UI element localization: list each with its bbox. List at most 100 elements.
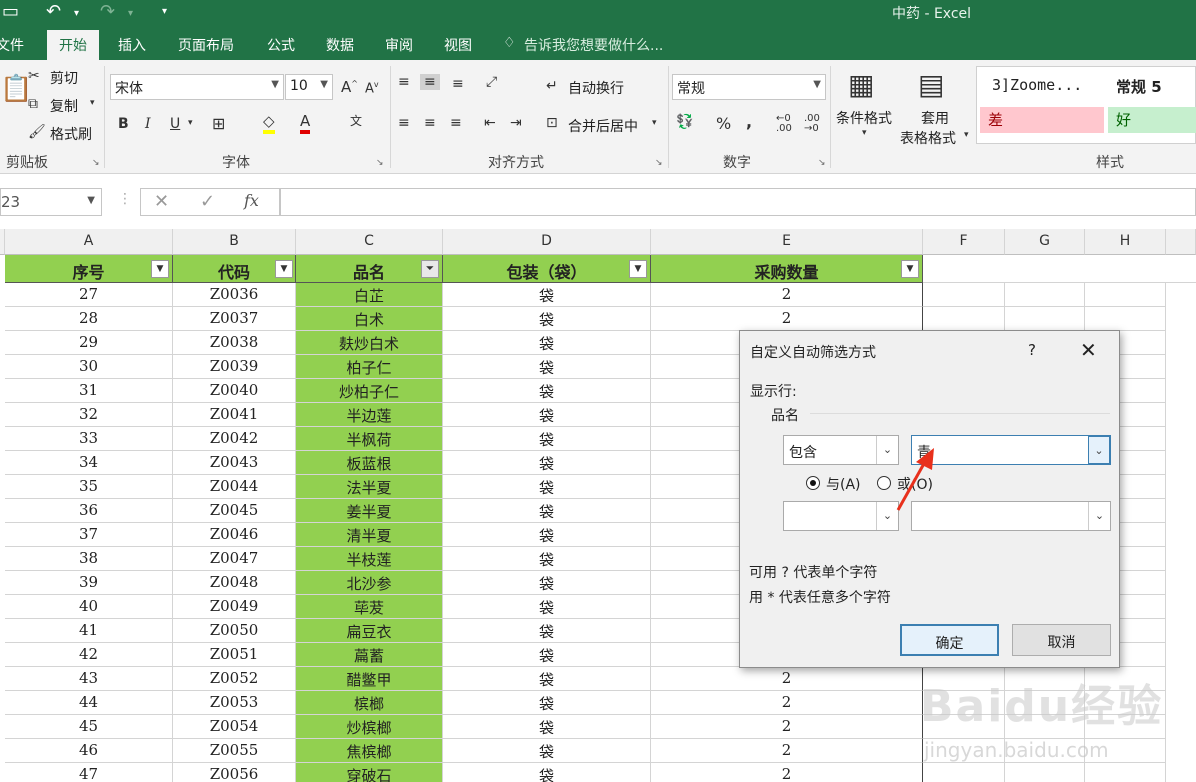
table-cell[interactable]: 荜茇	[296, 595, 443, 619]
table-cell[interactable]: Z0047	[173, 547, 296, 571]
wrap-text-button[interactable]: 自动换行	[568, 78, 624, 98]
tell-me-box[interactable]: 告诉我您想要做什么...	[524, 35, 663, 55]
close-icon[interactable]: ✕	[1080, 338, 1097, 362]
increase-indent-icon[interactable]: ⇥	[510, 115, 522, 131]
clipboard-launcher-icon[interactable]: ↘	[92, 158, 100, 168]
insert-function-button[interactable]: fx	[244, 191, 259, 210]
table-cell[interactable]: 袋	[443, 643, 651, 667]
table-cell[interactable]: 27	[5, 283, 173, 307]
header-cell-pack[interactable]: 包装（袋） ▼	[443, 255, 651, 283]
table-cell[interactable]: 袋	[443, 355, 651, 379]
redo-icon[interactable]: ↷	[100, 1, 115, 22]
table-cell[interactable]: 麸炒白术	[296, 331, 443, 355]
table-cell[interactable]: 姜半夏	[296, 499, 443, 523]
table-cell[interactable]: 2	[651, 763, 923, 782]
table-cell[interactable]: 袋	[443, 715, 651, 739]
table-cell[interactable]: 袋	[443, 331, 651, 355]
filter-dropdown-icon[interactable]: ▼	[629, 260, 647, 278]
table-cell[interactable]: Z0041	[173, 403, 296, 427]
table-cell[interactable]: Z0039	[173, 355, 296, 379]
table-cell[interactable]: Z0052	[173, 667, 296, 691]
decrease-decimal-icon[interactable]: .00 →0	[804, 114, 820, 134]
alignment-launcher-icon[interactable]: ↘	[655, 158, 663, 168]
table-cell[interactable]: 萹蓄	[296, 643, 443, 667]
empty-cell[interactable]	[923, 307, 1005, 331]
table-cell[interactable]: 2	[651, 715, 923, 739]
table-cell[interactable]: 醋鳖甲	[296, 667, 443, 691]
table-cell[interactable]: 袋	[443, 667, 651, 691]
table-cell[interactable]: 袋	[443, 379, 651, 403]
table-cell[interactable]: 46	[5, 739, 173, 763]
tab-file[interactable]: 文件	[0, 35, 24, 55]
tab-page-layout[interactable]: 页面布局	[178, 35, 234, 55]
bold-icon[interactable]: B	[118, 116, 129, 132]
tab-insert[interactable]: 插入	[118, 35, 146, 55]
empty-cell[interactable]	[1005, 283, 1085, 307]
table-cell[interactable]: Z0040	[173, 379, 296, 403]
table-cell[interactable]: 柏子仁	[296, 355, 443, 379]
style-bad[interactable]: 差	[980, 107, 1104, 133]
format-painter-button[interactable]: 格式刷	[50, 124, 92, 144]
table-cell[interactable]: 袋	[443, 403, 651, 427]
table-cell[interactable]: Z0048	[173, 571, 296, 595]
or-radio[interactable]	[877, 476, 891, 490]
table-cell[interactable]: Z0037	[173, 307, 296, 331]
name-box[interactable]: 23 ▼	[0, 188, 102, 216]
style-zoome[interactable]: 3]Zoome...	[984, 74, 1090, 100]
align-center-icon[interactable]: ≡	[424, 115, 436, 131]
table-cell[interactable]: 板蓝根	[296, 451, 443, 475]
style-good[interactable]: 好	[1108, 107, 1196, 133]
table-cell[interactable]: 45	[5, 715, 173, 739]
header-cell-code[interactable]: 代码 ▼	[173, 255, 296, 283]
operator-select-1[interactable]: 包含 ⌄	[783, 435, 899, 465]
percent-icon[interactable]: %	[716, 114, 731, 133]
copy-dropdown-icon[interactable]: ▾	[90, 98, 95, 108]
font-name-select[interactable]: 宋体 ▼	[110, 74, 284, 100]
column-header-d[interactable]: D	[443, 229, 651, 255]
table-cell[interactable]: Z0054	[173, 715, 296, 739]
borders-icon[interactable]: ⊞	[212, 114, 225, 133]
merge-center-button[interactable]: 合并后居中	[568, 116, 638, 136]
save-icon[interactable]: ▭	[2, 1, 19, 22]
table-cell[interactable]: 37	[5, 523, 173, 547]
undo-icon[interactable]: ↶	[46, 1, 61, 22]
font-size-select[interactable]: 10 ▼	[285, 74, 333, 100]
column-header-c[interactable]: C	[296, 229, 443, 255]
conditional-format-button[interactable]: 条件格式	[836, 108, 892, 128]
table-cell[interactable]: 31	[5, 379, 173, 403]
table-cell[interactable]: Z0038	[173, 331, 296, 355]
empty-cell[interactable]	[1085, 307, 1166, 331]
header-cell-name[interactable]: 品名 ⏷	[296, 255, 443, 283]
table-cell[interactable]: 槟榔	[296, 691, 443, 715]
currency-icon[interactable]: 💱	[676, 114, 693, 130]
table-cell[interactable]: 袋	[443, 523, 651, 547]
table-cell[interactable]: Z0049	[173, 595, 296, 619]
and-radio[interactable]	[806, 476, 820, 490]
table-cell[interactable]: 袋	[443, 571, 651, 595]
table-cell[interactable]: 43	[5, 667, 173, 691]
align-left-icon[interactable]: ≡	[398, 115, 410, 131]
filter-active-icon[interactable]: ⏷	[421, 260, 439, 278]
table-cell[interactable]: 47	[5, 763, 173, 782]
undo-dropdown-icon[interactable]: ▾	[74, 8, 79, 19]
redo-dropdown-icon[interactable]: ▾	[128, 8, 133, 19]
table-cell[interactable]: 33	[5, 427, 173, 451]
style-normal-5[interactable]: 常规 5	[1108, 74, 1170, 100]
align-bottom-icon[interactable]: ≡	[452, 76, 464, 92]
table-cell[interactable]: 袋	[443, 283, 651, 307]
table-cell[interactable]: 2	[651, 283, 923, 307]
enter-icon[interactable]: ✓	[200, 191, 215, 212]
table-cell[interactable]: Z0050	[173, 619, 296, 643]
number-launcher-icon[interactable]: ↘	[818, 158, 826, 168]
table-cell[interactable]: Z0043	[173, 451, 296, 475]
table-cell[interactable]: 袋	[443, 595, 651, 619]
font-launcher-icon[interactable]: ↘	[376, 158, 384, 168]
shrink-font-icon[interactable]: Av	[365, 80, 379, 96]
tab-home[interactable]: 开始	[47, 30, 99, 60]
orientation-icon[interactable]: ⤢	[486, 74, 497, 90]
table-cell[interactable]: 38	[5, 547, 173, 571]
copy-button[interactable]: 复制	[50, 96, 78, 116]
format-table-label-2[interactable]: 表格格式	[900, 128, 956, 148]
table-cell[interactable]: 清半夏	[296, 523, 443, 547]
table-cell[interactable]: 40	[5, 595, 173, 619]
